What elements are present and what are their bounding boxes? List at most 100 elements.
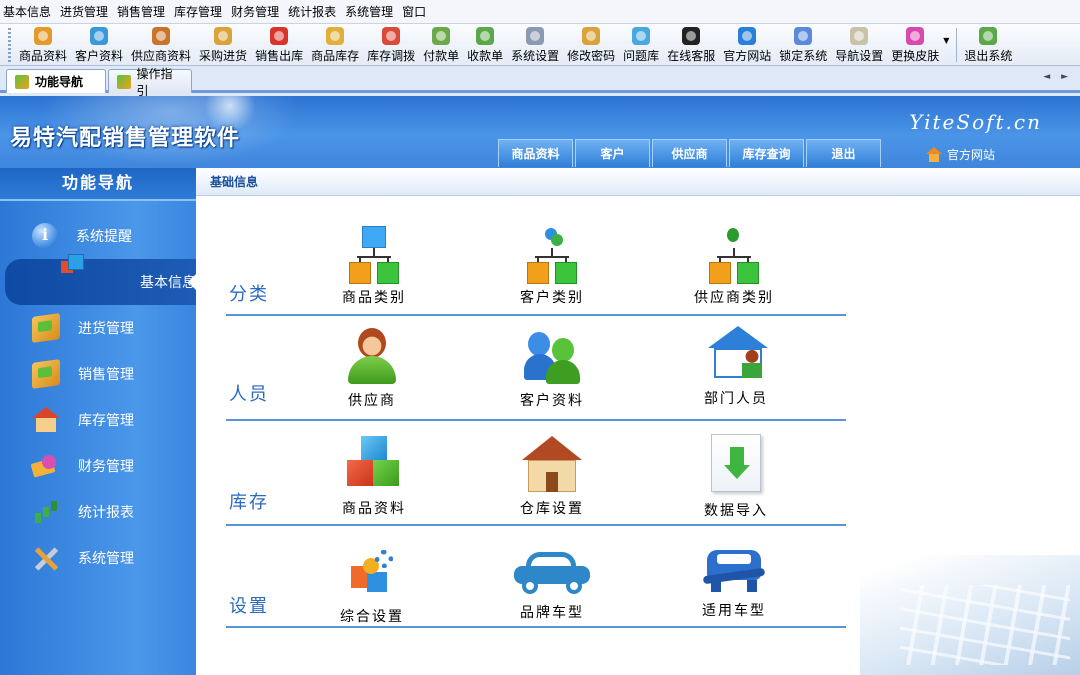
customers-icon <box>524 328 580 384</box>
tab-operation-guide[interactable]: 操作指引 <box>108 67 192 98</box>
toolbar-sales-button[interactable]: 销售出库 <box>251 24 307 66</box>
sidebar: 功能导航 系统提醒 基本信息 进货管理 销售管理 库存管理 财务管理 统计报表 … <box>0 168 196 675</box>
header-banner: 易特汽配销售管理软件 YiteSoft.cn 官方网站 商品资料 客户 供应商 … <box>0 96 1080 168</box>
item-supplier[interactable]: 供应商 <box>302 328 442 410</box>
tab-guide-icon <box>117 74 131 89</box>
section-label-settings: 设置 <box>229 596 269 617</box>
toolbar-website-button[interactable]: 官方网站 <box>719 24 775 66</box>
toolbar-exit-button[interactable]: 退出系统 <box>960 24 1016 66</box>
section-label-personnel: 人员 <box>229 384 269 405</box>
tab-function-nav[interactable]: 功能导航 <box>6 69 106 93</box>
qq-icon <box>682 27 701 45</box>
menu-purchase[interactable]: 进货管理 <box>57 0 114 24</box>
box-in-icon <box>32 313 60 343</box>
menu-window[interactable]: 窗口 <box>399 0 432 24</box>
official-website-link[interactable]: 官方网站 <box>926 146 995 163</box>
header-tab-stock-query[interactable]: 库存查询 <box>729 139 804 167</box>
toolbar-separator <box>956 28 958 62</box>
section-divider <box>226 419 846 421</box>
toolbar-payment-button[interactable]: 付款单 <box>419 24 463 66</box>
item-department-staff[interactable]: 部门人员 <box>666 326 806 408</box>
toolbar-transfer-button[interactable]: 库存调拨 <box>363 24 419 66</box>
home-icon <box>926 147 942 162</box>
toolbar-customer-button[interactable]: 客户资料 <box>71 24 127 66</box>
ie-icon <box>738 27 757 45</box>
toolbar-goods-button[interactable]: 商品资料 <box>15 24 71 66</box>
customer-hierarchy-icon <box>525 226 579 284</box>
toolbar-lock-button[interactable]: 锁定系统 <box>775 24 831 66</box>
sidebar-item-sales[interactable]: 销售管理 <box>0 351 196 397</box>
import-document-icon <box>711 434 761 492</box>
item-customer-category[interactable]: 客户类别 <box>482 226 622 307</box>
info-icon <box>32 223 58 249</box>
toolbar-nav-settings-button[interactable]: 导航设置 <box>831 24 887 66</box>
sidebar-title: 功能导航 <box>0 168 196 201</box>
hierarchy-icon <box>347 226 401 284</box>
exit-icon <box>979 27 998 45</box>
toolbar-grip[interactable] <box>8 28 11 62</box>
breadcrumb: 基础信息 <box>196 168 1080 196</box>
toolbar-faq-button[interactable]: 问题库 <box>619 24 663 66</box>
transfer-icon <box>382 27 401 45</box>
settings-icon <box>526 27 545 45</box>
stock-icon <box>326 27 345 45</box>
brand-logo-text: YiteSoft.cn <box>909 110 1042 134</box>
toolbar-overflow-chevron-icon[interactable]: ▼ <box>943 36 949 45</box>
sidebar-list: 系统提醒 基本信息 进货管理 销售管理 库存管理 财务管理 统计报表 系统管理 <box>0 213 196 581</box>
warehouse-house-icon <box>522 436 582 494</box>
item-brand-models[interactable]: 品牌车型 <box>482 552 622 622</box>
toolbar-settings-button[interactable]: 系统设置 <box>507 24 563 66</box>
payment-icon <box>432 27 451 45</box>
customer-icon <box>90 27 109 45</box>
supplier-person-icon <box>344 328 400 384</box>
toolbar-purchase-button[interactable]: 采购进货 <box>195 24 251 66</box>
faq-icon <box>632 27 651 45</box>
password-icon <box>582 27 601 45</box>
item-warehouse-settings[interactable]: 仓库设置 <box>482 436 622 518</box>
sidebar-item-system[interactable]: 系统管理 <box>0 535 196 581</box>
menu-inventory[interactable]: 库存管理 <box>171 0 228 24</box>
header-tab-exit[interactable]: 退出 <box>806 139 881 167</box>
toolbar-receipt-button[interactable]: 收款单 <box>463 24 507 66</box>
supplier-icon <box>152 27 171 45</box>
supplier-hierarchy-icon <box>707 226 761 284</box>
item-goods-category[interactable]: 商品类别 <box>304 226 444 307</box>
sidebar-item-basic-info[interactable]: 基本信息 <box>5 255 196 305</box>
menu-basic-info[interactable]: 基本信息 <box>0 0 57 24</box>
warehouse-icon <box>32 407 60 433</box>
bar-chart-icon <box>32 499 60 525</box>
item-goods-info[interactable]: 商品资料 <box>304 436 444 518</box>
menu-bar: 基本信息 进货管理 销售管理 库存管理 财务管理 统计报表 系统管理 窗口 <box>0 0 1080 24</box>
content-panel: 基础信息 分类 商品类别 客户类别 供应商类别 人员 供应商 客户资料 部门人员… <box>196 168 1080 675</box>
toolbar-support-button[interactable]: 在线客服 <box>663 24 719 66</box>
tab-scroll-arrows-icon[interactable]: ◄ ► <box>1043 72 1072 82</box>
header-tab-goods[interactable]: 商品资料 <box>498 139 573 167</box>
toolbar-skin-button[interactable]: 更换皮肤 <box>887 24 943 66</box>
tab-bar: 功能导航 操作指引 ◄ ► <box>0 66 1080 98</box>
item-data-import[interactable]: 数据导入 <box>666 434 806 520</box>
item-supplier-category[interactable]: 供应商类别 <box>664 226 804 307</box>
item-customer-info[interactable]: 客户资料 <box>482 328 622 410</box>
menu-finance[interactable]: 财务管理 <box>228 0 285 24</box>
menu-system[interactable]: 系统管理 <box>342 0 399 24</box>
toolbar-supplier-button[interactable]: 供应商资料 <box>127 24 195 66</box>
sidebar-item-reports[interactable]: 统计报表 <box>0 489 196 535</box>
tools-icon <box>32 545 60 571</box>
menu-reports[interactable]: 统计报表 <box>285 0 342 24</box>
toolbar-stock-button[interactable]: 商品库存 <box>307 24 363 66</box>
toolbar-password-button[interactable]: 修改密码 <box>563 24 619 66</box>
header-tab-supplier[interactable]: 供应商 <box>652 139 727 167</box>
purchase-icon <box>214 27 233 45</box>
toolbar: 商品资料 客户资料 供应商资料 采购进货 销售出库 商品库存 库存调拨 付款单 … <box>0 24 1080 66</box>
header-tab-customer[interactable]: 客户 <box>575 139 650 167</box>
menu-sales[interactable]: 销售管理 <box>114 0 171 24</box>
nav-settings-icon <box>850 27 869 45</box>
sidebar-item-inventory[interactable]: 库存管理 <box>0 397 196 443</box>
gear-cubes-icon <box>345 550 399 600</box>
lock-icon <box>794 27 813 45</box>
sidebar-item-purchase[interactable]: 进货管理 <box>0 305 196 351</box>
sidebar-item-finance[interactable]: 财务管理 <box>0 443 196 489</box>
item-applicable-models[interactable]: 适用车型 <box>664 544 804 620</box>
car-icon <box>514 552 590 596</box>
item-general-settings[interactable]: 综合设置 <box>302 550 442 626</box>
